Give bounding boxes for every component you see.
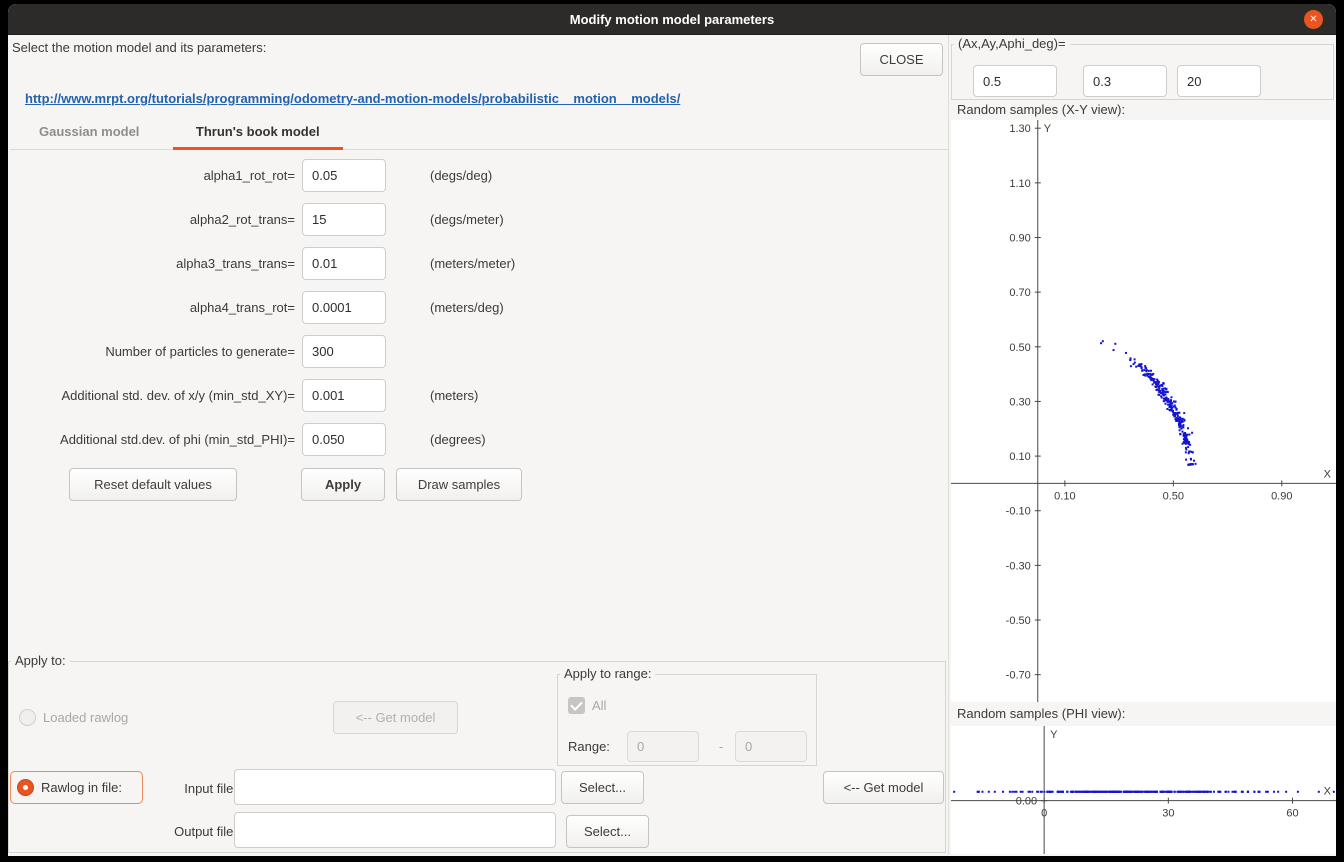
ax-input[interactable]	[973, 65, 1057, 97]
apply-to-legend: Apply to:	[11, 653, 70, 668]
rawlog-in-file-option[interactable]: Rawlog in file:	[10, 771, 143, 804]
param-unit: (degs/deg)	[430, 159, 492, 192]
svg-text:0.90: 0.90	[1271, 490, 1292, 502]
docs-link[interactable]: http://www.mrpt.org/tutorials/programmin…	[25, 91, 680, 106]
ay-input[interactable]	[1083, 65, 1167, 97]
param-label: alpha1_rot_rot=	[8, 159, 295, 192]
param-row: alpha4_trans_rot= (meters/deg)	[8, 291, 504, 324]
param-label: alpha4_trans_rot=	[8, 291, 295, 324]
svg-text:X: X	[1324, 468, 1332, 480]
param-unit: (meters)	[430, 379, 478, 412]
instruction-label: Select the motion model and its paramete…	[12, 40, 266, 55]
param-row: alpha3_trans_trans= (meters/meter)	[8, 247, 515, 280]
all-label: All	[592, 698, 606, 713]
param-unit: (degs/meter)	[430, 203, 504, 236]
select-output-file-button[interactable]: Select...	[566, 815, 649, 848]
svg-text:-0.50: -0.50	[1006, 615, 1031, 627]
all-checkbox[interactable]	[568, 697, 585, 714]
select-input-file-button[interactable]: Select...	[561, 771, 644, 804]
rawlog-in-file-label: Rawlog in file:	[41, 780, 122, 795]
increments-legend: (Ax,Ay,Aphi_deg)=	[954, 36, 1070, 51]
param-input[interactable]	[302, 291, 386, 324]
svg-text:0.50: 0.50	[1009, 342, 1030, 354]
rawlog-in-file-radio[interactable]	[17, 779, 34, 796]
param-label: alpha3_trans_trans=	[8, 247, 295, 280]
svg-text:30: 30	[1162, 808, 1174, 820]
svg-text:-0.30: -0.30	[1006, 560, 1031, 572]
range-from-input[interactable]	[627, 731, 699, 762]
svg-text:1.10: 1.10	[1009, 178, 1030, 190]
model-tabs: Gaussian model Thrun's book model	[10, 115, 948, 150]
window-close-icon[interactable]: ✕	[1304, 10, 1323, 29]
loaded-rawlog-option[interactable]: Loaded rawlog	[19, 709, 128, 726]
output-file-label: Output file:	[149, 814, 237, 850]
apply-to-group: Apply to: Loaded rawlog <-- Get model Ap…	[8, 661, 946, 853]
samples-panel: (Ax,Ay,Aphi_deg)= Random samples (X-Y vi…	[948, 35, 1336, 855]
title-bar[interactable]: Modify motion model parameters ✕	[8, 4, 1336, 35]
svg-text:Y: Y	[1044, 123, 1052, 135]
phi-samples-plot[interactable]: 0.00 0 30 60 Y X	[951, 726, 1336, 854]
get-model-button[interactable]: <-- Get model	[823, 771, 944, 804]
param-unit: (meters/deg)	[430, 291, 504, 324]
svg-text:-0.70: -0.70	[1006, 670, 1031, 682]
svg-text:0.50: 0.50	[1163, 490, 1184, 502]
param-input[interactable]	[302, 159, 386, 192]
window-title: Modify motion model parameters	[570, 12, 774, 27]
param-unit: (degrees)	[430, 423, 486, 456]
svg-text:0.70: 0.70	[1009, 287, 1030, 299]
output-file-field[interactable]	[234, 812, 556, 848]
param-row: Additional std.dev. of phi (min_std_PHI)…	[8, 423, 486, 456]
param-label: alpha2_rot_trans=	[8, 203, 295, 236]
svg-text:0: 0	[1041, 808, 1047, 820]
svg-text:0.10: 0.10	[1054, 490, 1075, 502]
phi-plot-title: Random samples (PHI view):	[957, 706, 1125, 721]
param-label: Additional std.dev. of phi (min_std_PHI)…	[8, 423, 295, 456]
param-input[interactable]	[302, 423, 386, 456]
apply-button[interactable]: Apply	[301, 468, 385, 501]
param-row: Number of particles to generate=	[8, 335, 430, 368]
svg-text:X: X	[1324, 786, 1332, 798]
svg-text:Y: Y	[1050, 729, 1058, 741]
param-row: alpha1_rot_rot= (degs/deg)	[8, 159, 492, 192]
dialog-window: Modify motion model parameters ✕ Select …	[8, 4, 1336, 856]
svg-text:1.30: 1.30	[1009, 123, 1030, 135]
param-row: Additional std. dev. of x/y (min_std_XY)…	[8, 379, 478, 412]
reset-defaults-button[interactable]: Reset default values	[69, 468, 237, 501]
svg-text:60: 60	[1286, 808, 1298, 820]
svg-text:0.30: 0.30	[1009, 396, 1030, 408]
close-button[interactable]: CLOSE	[860, 43, 943, 76]
loaded-rawlog-label: Loaded rawlog	[43, 710, 128, 725]
svg-text:0.10: 0.10	[1009, 451, 1030, 463]
param-input[interactable]	[302, 203, 386, 236]
param-unit: (meters/meter)	[430, 247, 515, 280]
xy-plot-title: Random samples (X-Y view):	[957, 102, 1125, 117]
xy-samples-plot[interactable]: 1.30 1.10 0.90 0.70 0.50 0.30 0.10 -0.10 -0.30 -0…	[951, 120, 1336, 702]
svg-text:0.90: 0.90	[1009, 232, 1030, 244]
tab-thrun-book-model[interactable]: Thrun's book model	[173, 115, 343, 150]
loaded-rawlog-radio[interactable]	[19, 709, 36, 726]
param-input[interactable]	[302, 379, 386, 412]
range-to-input[interactable]	[735, 731, 807, 762]
param-row: alpha2_rot_trans= (degs/meter)	[8, 203, 504, 236]
get-model-button-disabled[interactable]: <-- Get model	[333, 701, 458, 734]
param-label: Additional std. dev. of x/y (min_std_XY)…	[8, 379, 295, 412]
tab-gaussian-model[interactable]: Gaussian model	[16, 115, 162, 150]
param-input[interactable]	[302, 247, 386, 280]
param-input[interactable]	[302, 335, 386, 368]
aphi-input[interactable]	[1177, 65, 1261, 97]
all-option[interactable]: All	[568, 697, 606, 714]
input-file-label: Input file:	[149, 771, 237, 807]
dialog-content: Select the motion model and its paramete…	[8, 35, 1336, 855]
svg-text:0.00: 0.00	[1016, 796, 1037, 808]
range-label: Range:	[568, 731, 610, 762]
draw-samples-button[interactable]: Draw samples	[396, 468, 522, 501]
svg-text:-0.10: -0.10	[1006, 506, 1031, 518]
apply-to-range-group: Apply to range: All Range: -	[557, 674, 817, 766]
range-dash: -	[713, 731, 729, 762]
apply-to-range-legend: Apply to range:	[560, 666, 655, 681]
param-label: Number of particles to generate=	[8, 335, 295, 368]
input-file-field[interactable]	[234, 769, 556, 805]
increments-group: (Ax,Ay,Aphi_deg)=	[951, 44, 1334, 100]
